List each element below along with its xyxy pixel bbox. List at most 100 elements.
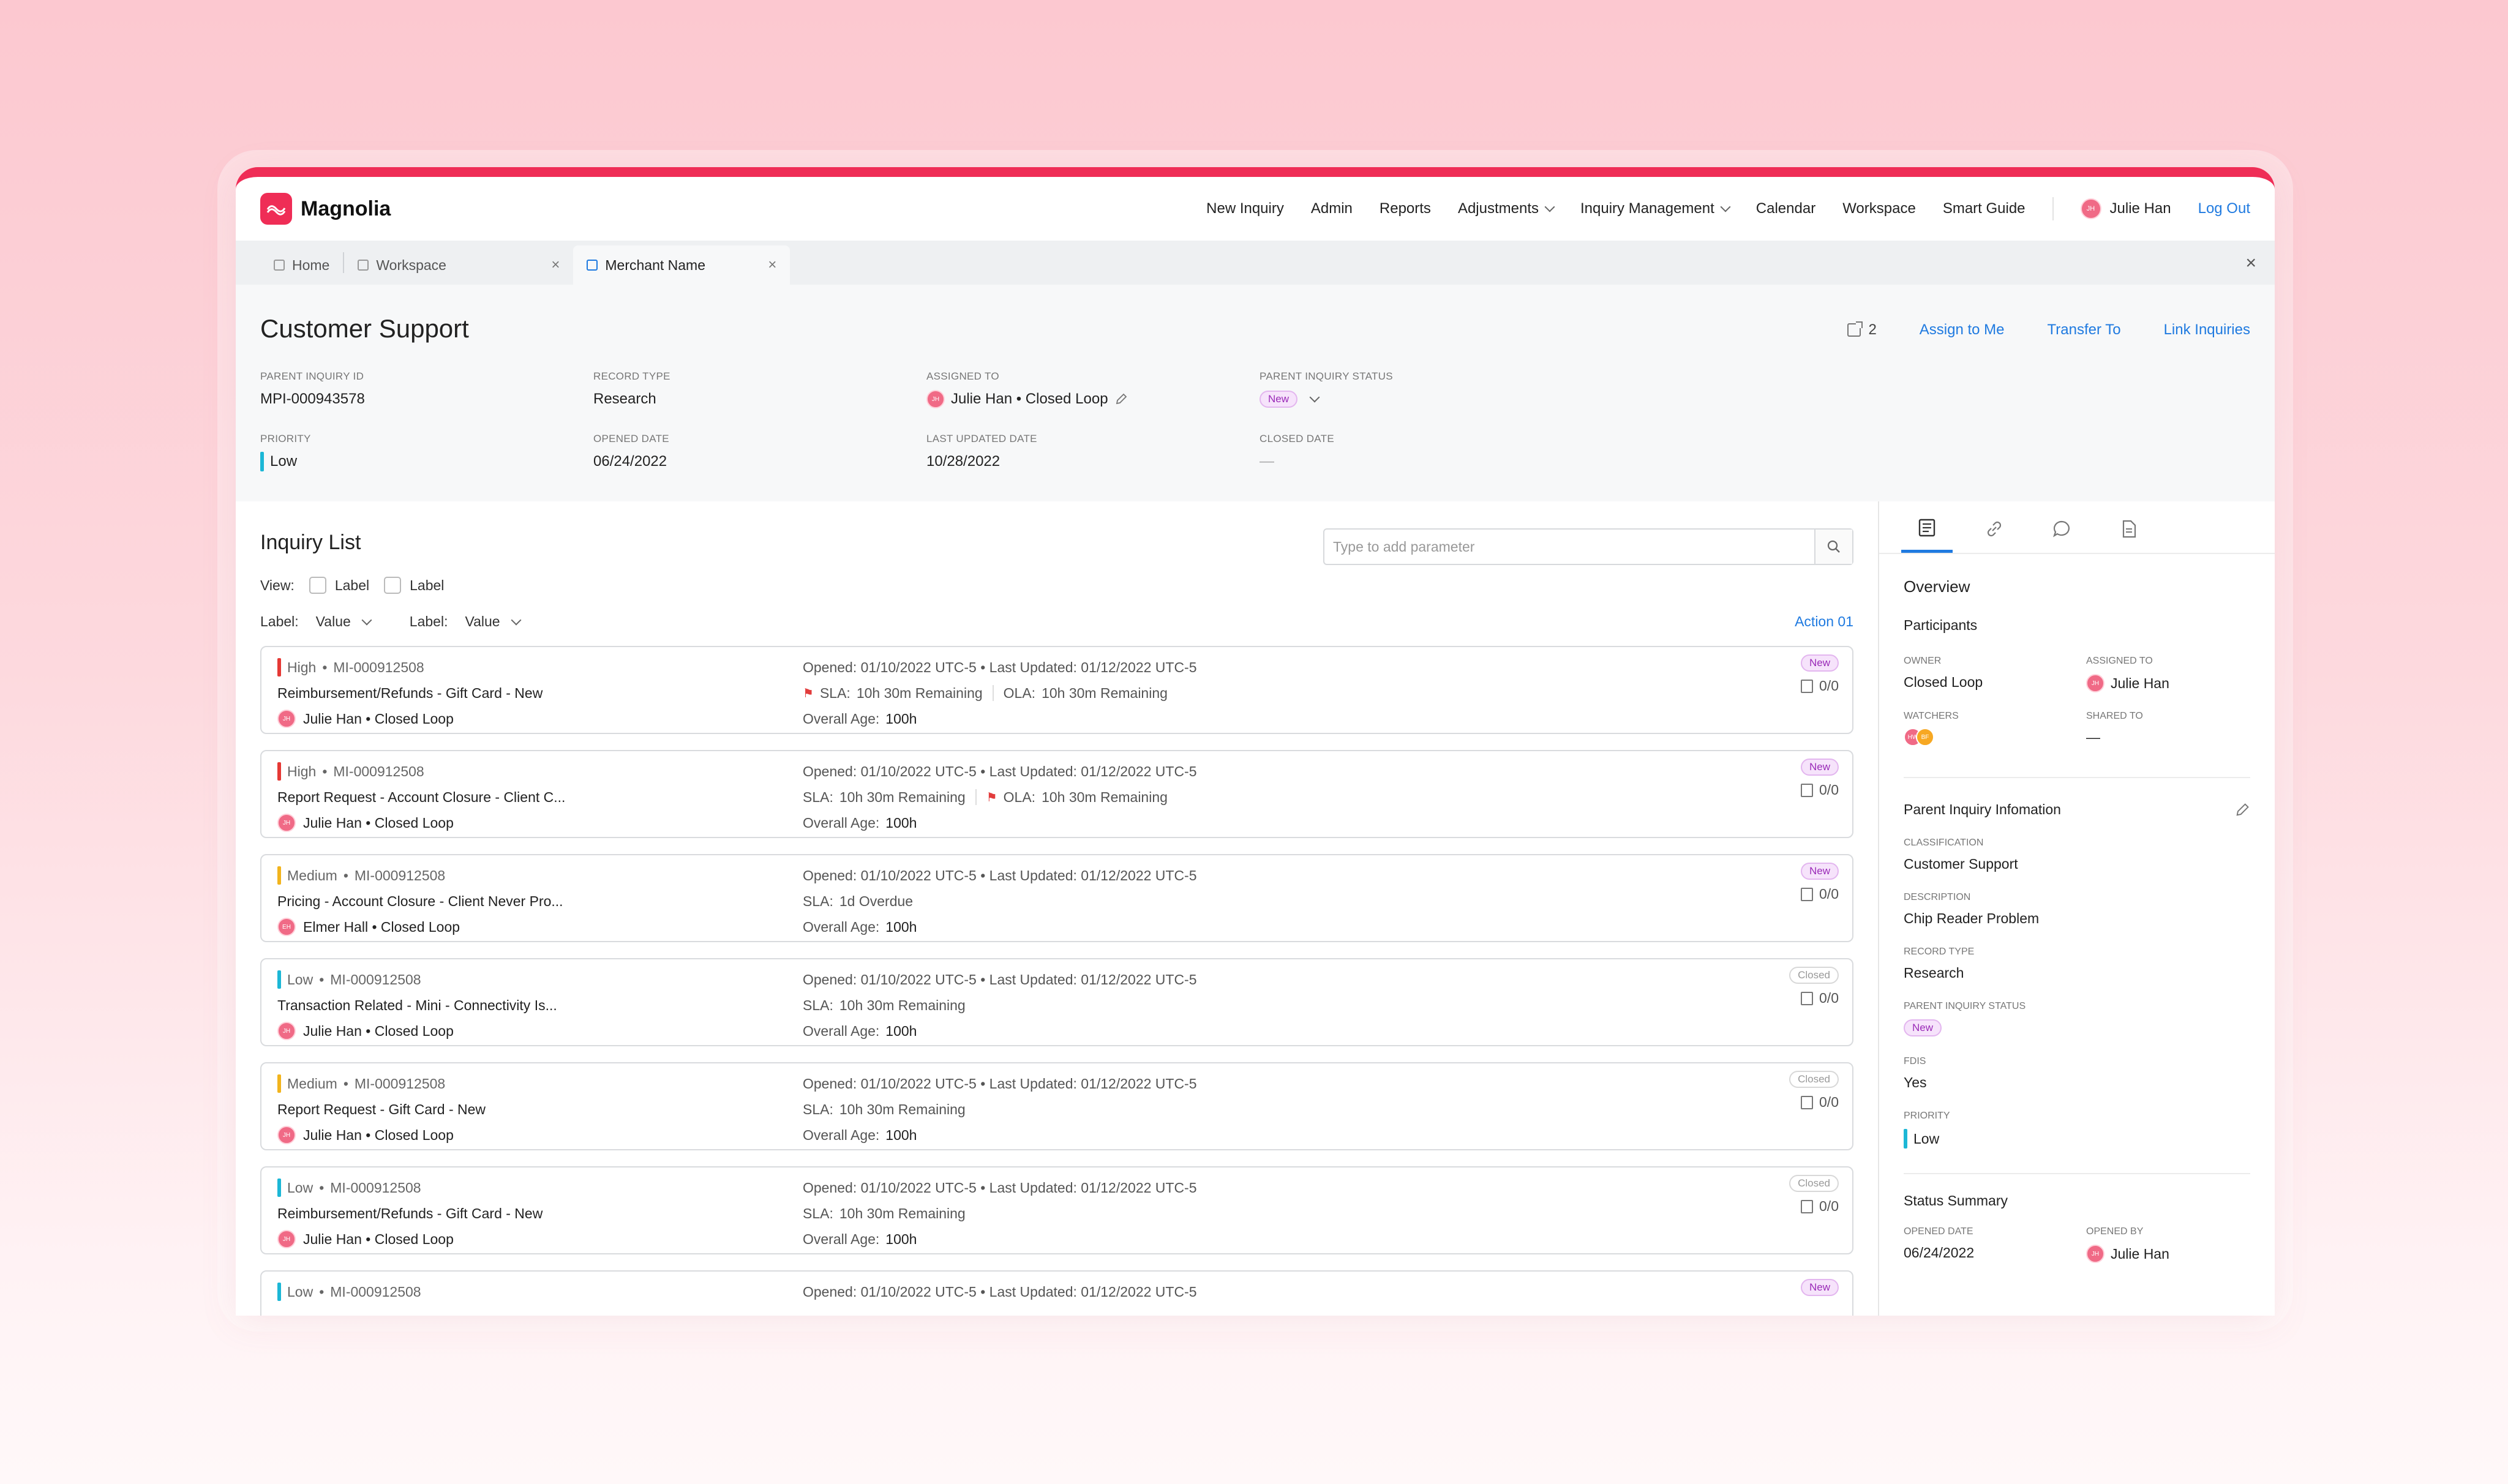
inquiry-cards: High • MI-000912508 Reimbursement/Refund… <box>260 646 1853 1316</box>
priority-indicator <box>1904 1129 1907 1149</box>
field-label: Opened Date <box>593 433 669 444</box>
age-value: 100h <box>885 814 917 831</box>
filter-value[interactable]: Value <box>316 613 372 630</box>
sla-value: 10h 30m Remaining <box>839 789 966 805</box>
inquiry-card[interactable]: Low • MI-000912508 Reimbursement/Refunds… <box>260 1166 1853 1254</box>
card-age: Overall Age: 100h <box>803 1226 1197 1252</box>
sla-label: SLA: <box>819 684 850 701</box>
nav-inquiry-management[interactable]: Inquiry Management <box>1580 200 1731 217</box>
owner-field: Owner Closed Loop <box>1904 656 2086 692</box>
field-label: FDIS <box>1904 1056 1926 1066</box>
inquiry-card[interactable]: Low • MI-000912508 Opened: 01/10/2022 UT… <box>260 1270 1853 1316</box>
nav-smart-guide[interactable]: Smart Guide <box>1943 200 2026 217</box>
nav-adjustments[interactable]: Adjustments <box>1458 200 1555 217</box>
user-name: Julie Han <box>2109 200 2171 217</box>
record-header: Customer Support 2 Assign to Me Transfer… <box>236 285 2275 501</box>
card-dates: Opened: 01/10/2022 UTC-5 • Last Updated:… <box>803 867 1197 883</box>
opened-date-field: Opened Date 06/24/2022 <box>1904 1226 2086 1263</box>
nav-workspace[interactable]: Workspace <box>1842 200 1916 217</box>
main-nav: New Inquiry Admin Reports Adjustments In… <box>1206 197 2250 220</box>
avatar: JH <box>2080 198 2101 219</box>
filter-value[interactable]: Value <box>465 613 522 630</box>
assigned-name: Julie Han <box>2111 675 2169 691</box>
nav-new-inquiry[interactable]: New Inquiry <box>1206 200 1284 217</box>
field-label: Parent Inquiry Status <box>1260 370 1393 382</box>
card-count: 0/0 <box>1801 1198 1839 1215</box>
close-all-tabs-icon[interactable]: × <box>2245 253 2256 274</box>
field-last-updated: Last Updated Date 10/28/2022 <box>926 433 1260 471</box>
field-value: Research <box>1904 965 1964 981</box>
age-label: Overall Age: <box>803 1022 880 1039</box>
participants-grid: Owner Closed Loop Assigned To JH Julie H… <box>1904 656 2250 746</box>
tab-bar: Home Workspace × Merchant Name × × <box>236 241 2275 285</box>
inquiry-card[interactable]: High • MI-000912508 Report Request - Acc… <box>260 750 1853 838</box>
card-priority: High <box>287 659 317 675</box>
tab-merchant-name[interactable]: Merchant Name × <box>573 245 790 285</box>
inquiry-card[interactable]: Low • MI-000912508 Transaction Related -… <box>260 958 1853 1046</box>
transfer-to-button[interactable]: Transfer To <box>2048 321 2121 339</box>
search-button[interactable] <box>1814 530 1852 564</box>
field-value: JH Julie Han <box>2086 1245 2245 1263</box>
filter-1[interactable]: Label: Value <box>260 613 372 630</box>
user-menu[interactable]: JH Julie Han <box>2080 198 2171 219</box>
edit-icon[interactable] <box>2234 802 2250 818</box>
checkbox[interactable] <box>309 577 326 594</box>
sla-value: 10h 30m Remaining <box>839 1101 966 1117</box>
card-id: MI-000912508 <box>330 1179 421 1196</box>
tab-links[interactable] <box>1969 505 2020 553</box>
filter-2[interactable]: Label: Value <box>410 613 522 630</box>
nav-admin[interactable]: Admin <box>1311 200 1353 217</box>
document-icon <box>1801 783 1814 797</box>
linked-count[interactable]: 2 <box>1847 321 1877 339</box>
card-count: 0/0 <box>1801 678 1839 694</box>
nav-calendar[interactable]: Calendar <box>1756 200 1815 217</box>
card-count: 0/0 <box>1801 990 1839 1006</box>
priority-indicator <box>277 1179 281 1197</box>
status-dropdown[interactable]: New <box>1260 390 1593 408</box>
tab-home[interactable]: Home <box>260 245 343 285</box>
tab-files[interactable] <box>2103 505 2155 553</box>
close-icon[interactable]: × <box>551 257 560 274</box>
assign-to-me-button[interactable]: Assign to Me <box>1920 321 2005 339</box>
field-assigned-to: Assigned To JH Julie Han • Closed Loop <box>926 370 1260 408</box>
card-status: New <box>1800 1279 1839 1296</box>
tab-overview[interactable] <box>1901 505 1953 553</box>
view-checkbox-2[interactable]: Label <box>384 577 444 594</box>
watcher-avatars[interactable]: HW BF <box>1904 728 2086 746</box>
field-record-type: Record Type Research <box>593 370 926 408</box>
field-label: Classification <box>1904 838 1984 848</box>
age-label: Overall Age: <box>803 918 880 935</box>
card-details: Opened: 01/10/2022 UTC-5 • Last Updated:… <box>803 863 1197 940</box>
opened-by-field: Opened By JH Julie Han <box>2086 1226 2245 1263</box>
tab-merchant-label: Merchant Name <box>605 257 705 273</box>
detail-panel: Overview Participants Owner Closed Loop … <box>1878 501 2275 1316</box>
checkbox[interactable] <box>384 577 402 594</box>
inquiry-card[interactable]: High • MI-000912508 Reimbursement/Refund… <box>260 646 1853 734</box>
logout-link[interactable]: Log Out <box>2198 200 2250 217</box>
close-icon[interactable]: × <box>768 257 776 274</box>
field-label: Parent Inquiry ID <box>260 370 364 382</box>
view-checkbox-1[interactable]: Label <box>309 577 369 594</box>
edit-icon[interactable] <box>1114 392 1128 406</box>
file-icon <box>2122 520 2136 538</box>
inquiry-card[interactable]: Medium • MI-000912508 Report Request - G… <box>260 1062 1853 1150</box>
nav-reports[interactable]: Reports <box>1380 200 1431 217</box>
app-name: Magnolia <box>301 197 391 220</box>
document-icon <box>1801 1095 1814 1109</box>
tab-comments[interactable] <box>2036 505 2087 553</box>
magnolia-logo-icon <box>260 193 292 225</box>
ola-value: 10h 30m Remaining <box>1042 684 1168 701</box>
priority-value: Low <box>1913 1130 1940 1147</box>
avatar: JH <box>277 814 296 832</box>
action-01-button[interactable]: Action 01 <box>1795 613 1853 630</box>
shared-to-field: Shared To — <box>2086 711 2245 746</box>
inquiry-card[interactable]: Medium • MI-000912508 Pricing - Account … <box>260 854 1853 942</box>
search-input[interactable] <box>1324 538 1814 555</box>
chevron-down-icon <box>361 615 372 625</box>
ola-label: OLA: <box>1003 789 1036 805</box>
card-details: Opened: 01/10/2022 UTC-5 • Last Updated:… <box>803 1071 1197 1148</box>
tab-workspace[interactable]: Workspace × <box>344 245 573 285</box>
logo[interactable]: Magnolia <box>260 193 391 225</box>
card-age: Overall Age: 100h <box>803 914 1197 940</box>
link-inquiries-button[interactable]: Link Inquiries <box>2164 321 2250 339</box>
